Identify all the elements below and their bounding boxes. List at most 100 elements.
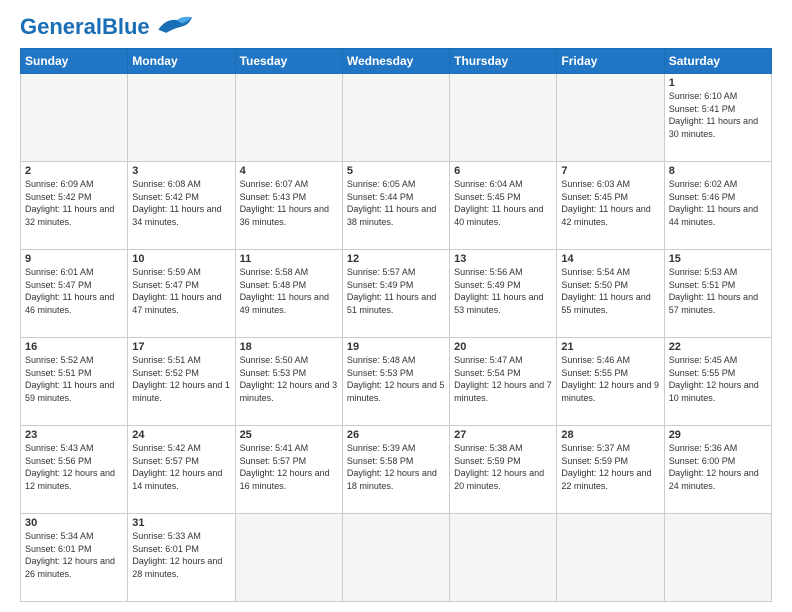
day-info: Sunrise: 5:52 AM Sunset: 5:51 PM Dayligh… [25,354,123,404]
calendar-cell: 13Sunrise: 5:56 AM Sunset: 5:49 PM Dayli… [450,250,557,338]
day-number: 13 [454,253,552,265]
page: GeneralBlue SundayMondayTuesdayWednesday… [0,0,792,612]
calendar-cell: 9Sunrise: 6:01 AM Sunset: 5:47 PM Daylig… [21,250,128,338]
day-number: 7 [561,165,659,177]
day-info: Sunrise: 5:54 AM Sunset: 5:50 PM Dayligh… [561,266,659,316]
col-header-wednesday: Wednesday [342,49,449,74]
day-number: 31 [132,517,230,529]
calendar-cell: 25Sunrise: 5:41 AM Sunset: 5:57 PM Dayli… [235,426,342,514]
day-number: 29 [669,429,767,441]
day-number: 18 [240,341,338,353]
day-info: Sunrise: 5:36 AM Sunset: 6:00 PM Dayligh… [669,442,767,492]
calendar-cell [450,74,557,162]
calendar-table: SundayMondayTuesdayWednesdayThursdayFrid… [20,48,772,602]
day-number: 21 [561,341,659,353]
calendar-cell: 3Sunrise: 6:08 AM Sunset: 5:42 PM Daylig… [128,162,235,250]
calendar-cell: 20Sunrise: 5:47 AM Sunset: 5:54 PM Dayli… [450,338,557,426]
day-number: 12 [347,253,445,265]
col-header-monday: Monday [128,49,235,74]
day-info: Sunrise: 5:33 AM Sunset: 6:01 PM Dayligh… [132,530,230,580]
calendar-header-row: SundayMondayTuesdayWednesdayThursdayFrid… [21,49,772,74]
day-number: 15 [669,253,767,265]
day-info: Sunrise: 5:56 AM Sunset: 5:49 PM Dayligh… [454,266,552,316]
calendar-cell: 8Sunrise: 6:02 AM Sunset: 5:46 PM Daylig… [664,162,771,250]
day-info: Sunrise: 5:38 AM Sunset: 5:59 PM Dayligh… [454,442,552,492]
calendar-week-5: 30Sunrise: 5:34 AM Sunset: 6:01 PM Dayli… [21,514,772,602]
calendar-cell: 6Sunrise: 6:04 AM Sunset: 5:45 PM Daylig… [450,162,557,250]
day-number: 30 [25,517,123,529]
day-info: Sunrise: 6:02 AM Sunset: 5:46 PM Dayligh… [669,178,767,228]
day-number: 2 [25,165,123,177]
day-info: Sunrise: 5:42 AM Sunset: 5:57 PM Dayligh… [132,442,230,492]
day-number: 5 [347,165,445,177]
day-info: Sunrise: 5:46 AM Sunset: 5:55 PM Dayligh… [561,354,659,404]
day-info: Sunrise: 6:04 AM Sunset: 5:45 PM Dayligh… [454,178,552,228]
day-number: 11 [240,253,338,265]
calendar-cell [557,74,664,162]
day-number: 10 [132,253,230,265]
col-header-thursday: Thursday [450,49,557,74]
logo-general: General [20,14,102,39]
calendar-cell: 4Sunrise: 6:07 AM Sunset: 5:43 PM Daylig… [235,162,342,250]
calendar-cell: 24Sunrise: 5:42 AM Sunset: 5:57 PM Dayli… [128,426,235,514]
calendar-cell: 28Sunrise: 5:37 AM Sunset: 5:59 PM Dayli… [557,426,664,514]
day-number: 24 [132,429,230,441]
day-info: Sunrise: 5:41 AM Sunset: 5:57 PM Dayligh… [240,442,338,492]
calendar-cell [235,74,342,162]
col-header-saturday: Saturday [664,49,771,74]
col-header-friday: Friday [557,49,664,74]
calendar-week-3: 16Sunrise: 5:52 AM Sunset: 5:51 PM Dayli… [21,338,772,426]
calendar-cell: 16Sunrise: 5:52 AM Sunset: 5:51 PM Dayli… [21,338,128,426]
day-number: 27 [454,429,552,441]
day-number: 4 [240,165,338,177]
calendar-cell [21,74,128,162]
day-info: Sunrise: 6:03 AM Sunset: 5:45 PM Dayligh… [561,178,659,228]
calendar-cell [342,74,449,162]
calendar-week-0: 1Sunrise: 6:10 AM Sunset: 5:41 PM Daylig… [21,74,772,162]
calendar-cell: 31Sunrise: 5:33 AM Sunset: 6:01 PM Dayli… [128,514,235,602]
calendar-cell: 5Sunrise: 6:05 AM Sunset: 5:44 PM Daylig… [342,162,449,250]
day-number: 19 [347,341,445,353]
calendar-cell [128,74,235,162]
calendar-week-1: 2Sunrise: 6:09 AM Sunset: 5:42 PM Daylig… [21,162,772,250]
calendar-cell: 15Sunrise: 5:53 AM Sunset: 5:51 PM Dayli… [664,250,771,338]
day-number: 6 [454,165,552,177]
day-info: Sunrise: 5:47 AM Sunset: 5:54 PM Dayligh… [454,354,552,404]
calendar-cell: 19Sunrise: 5:48 AM Sunset: 5:53 PM Dayli… [342,338,449,426]
day-number: 1 [669,77,767,89]
day-info: Sunrise: 5:59 AM Sunset: 5:47 PM Dayligh… [132,266,230,316]
day-info: Sunrise: 6:08 AM Sunset: 5:42 PM Dayligh… [132,178,230,228]
day-info: Sunrise: 5:39 AM Sunset: 5:58 PM Dayligh… [347,442,445,492]
day-number: 14 [561,253,659,265]
calendar-cell [557,514,664,602]
calendar-cell: 12Sunrise: 5:57 AM Sunset: 5:49 PM Dayli… [342,250,449,338]
calendar-cell: 29Sunrise: 5:36 AM Sunset: 6:00 PM Dayli… [664,426,771,514]
day-number: 16 [25,341,123,353]
day-number: 17 [132,341,230,353]
day-number: 20 [454,341,552,353]
day-number: 26 [347,429,445,441]
calendar-cell: 14Sunrise: 5:54 AM Sunset: 5:50 PM Dayli… [557,250,664,338]
calendar-cell: 21Sunrise: 5:46 AM Sunset: 5:55 PM Dayli… [557,338,664,426]
day-number: 22 [669,341,767,353]
day-info: Sunrise: 5:58 AM Sunset: 5:48 PM Dayligh… [240,266,338,316]
calendar-cell [664,514,771,602]
day-number: 28 [561,429,659,441]
day-info: Sunrise: 6:01 AM Sunset: 5:47 PM Dayligh… [25,266,123,316]
day-number: 3 [132,165,230,177]
day-info: Sunrise: 5:43 AM Sunset: 5:56 PM Dayligh… [25,442,123,492]
day-info: Sunrise: 6:09 AM Sunset: 5:42 PM Dayligh… [25,178,123,228]
calendar-cell: 18Sunrise: 5:50 AM Sunset: 5:53 PM Dayli… [235,338,342,426]
calendar-cell: 22Sunrise: 5:45 AM Sunset: 5:55 PM Dayli… [664,338,771,426]
calendar-cell: 2Sunrise: 6:09 AM Sunset: 5:42 PM Daylig… [21,162,128,250]
calendar-cell: 30Sunrise: 5:34 AM Sunset: 6:01 PM Dayli… [21,514,128,602]
calendar-cell: 26Sunrise: 5:39 AM Sunset: 5:58 PM Dayli… [342,426,449,514]
calendar-cell [450,514,557,602]
day-number: 8 [669,165,767,177]
day-info: Sunrise: 5:51 AM Sunset: 5:52 PM Dayligh… [132,354,230,404]
calendar-cell: 10Sunrise: 5:59 AM Sunset: 5:47 PM Dayli… [128,250,235,338]
calendar-cell: 23Sunrise: 5:43 AM Sunset: 5:56 PM Dayli… [21,426,128,514]
calendar-cell: 17Sunrise: 5:51 AM Sunset: 5:52 PM Dayli… [128,338,235,426]
header: GeneralBlue [20,16,772,38]
calendar-cell [235,514,342,602]
